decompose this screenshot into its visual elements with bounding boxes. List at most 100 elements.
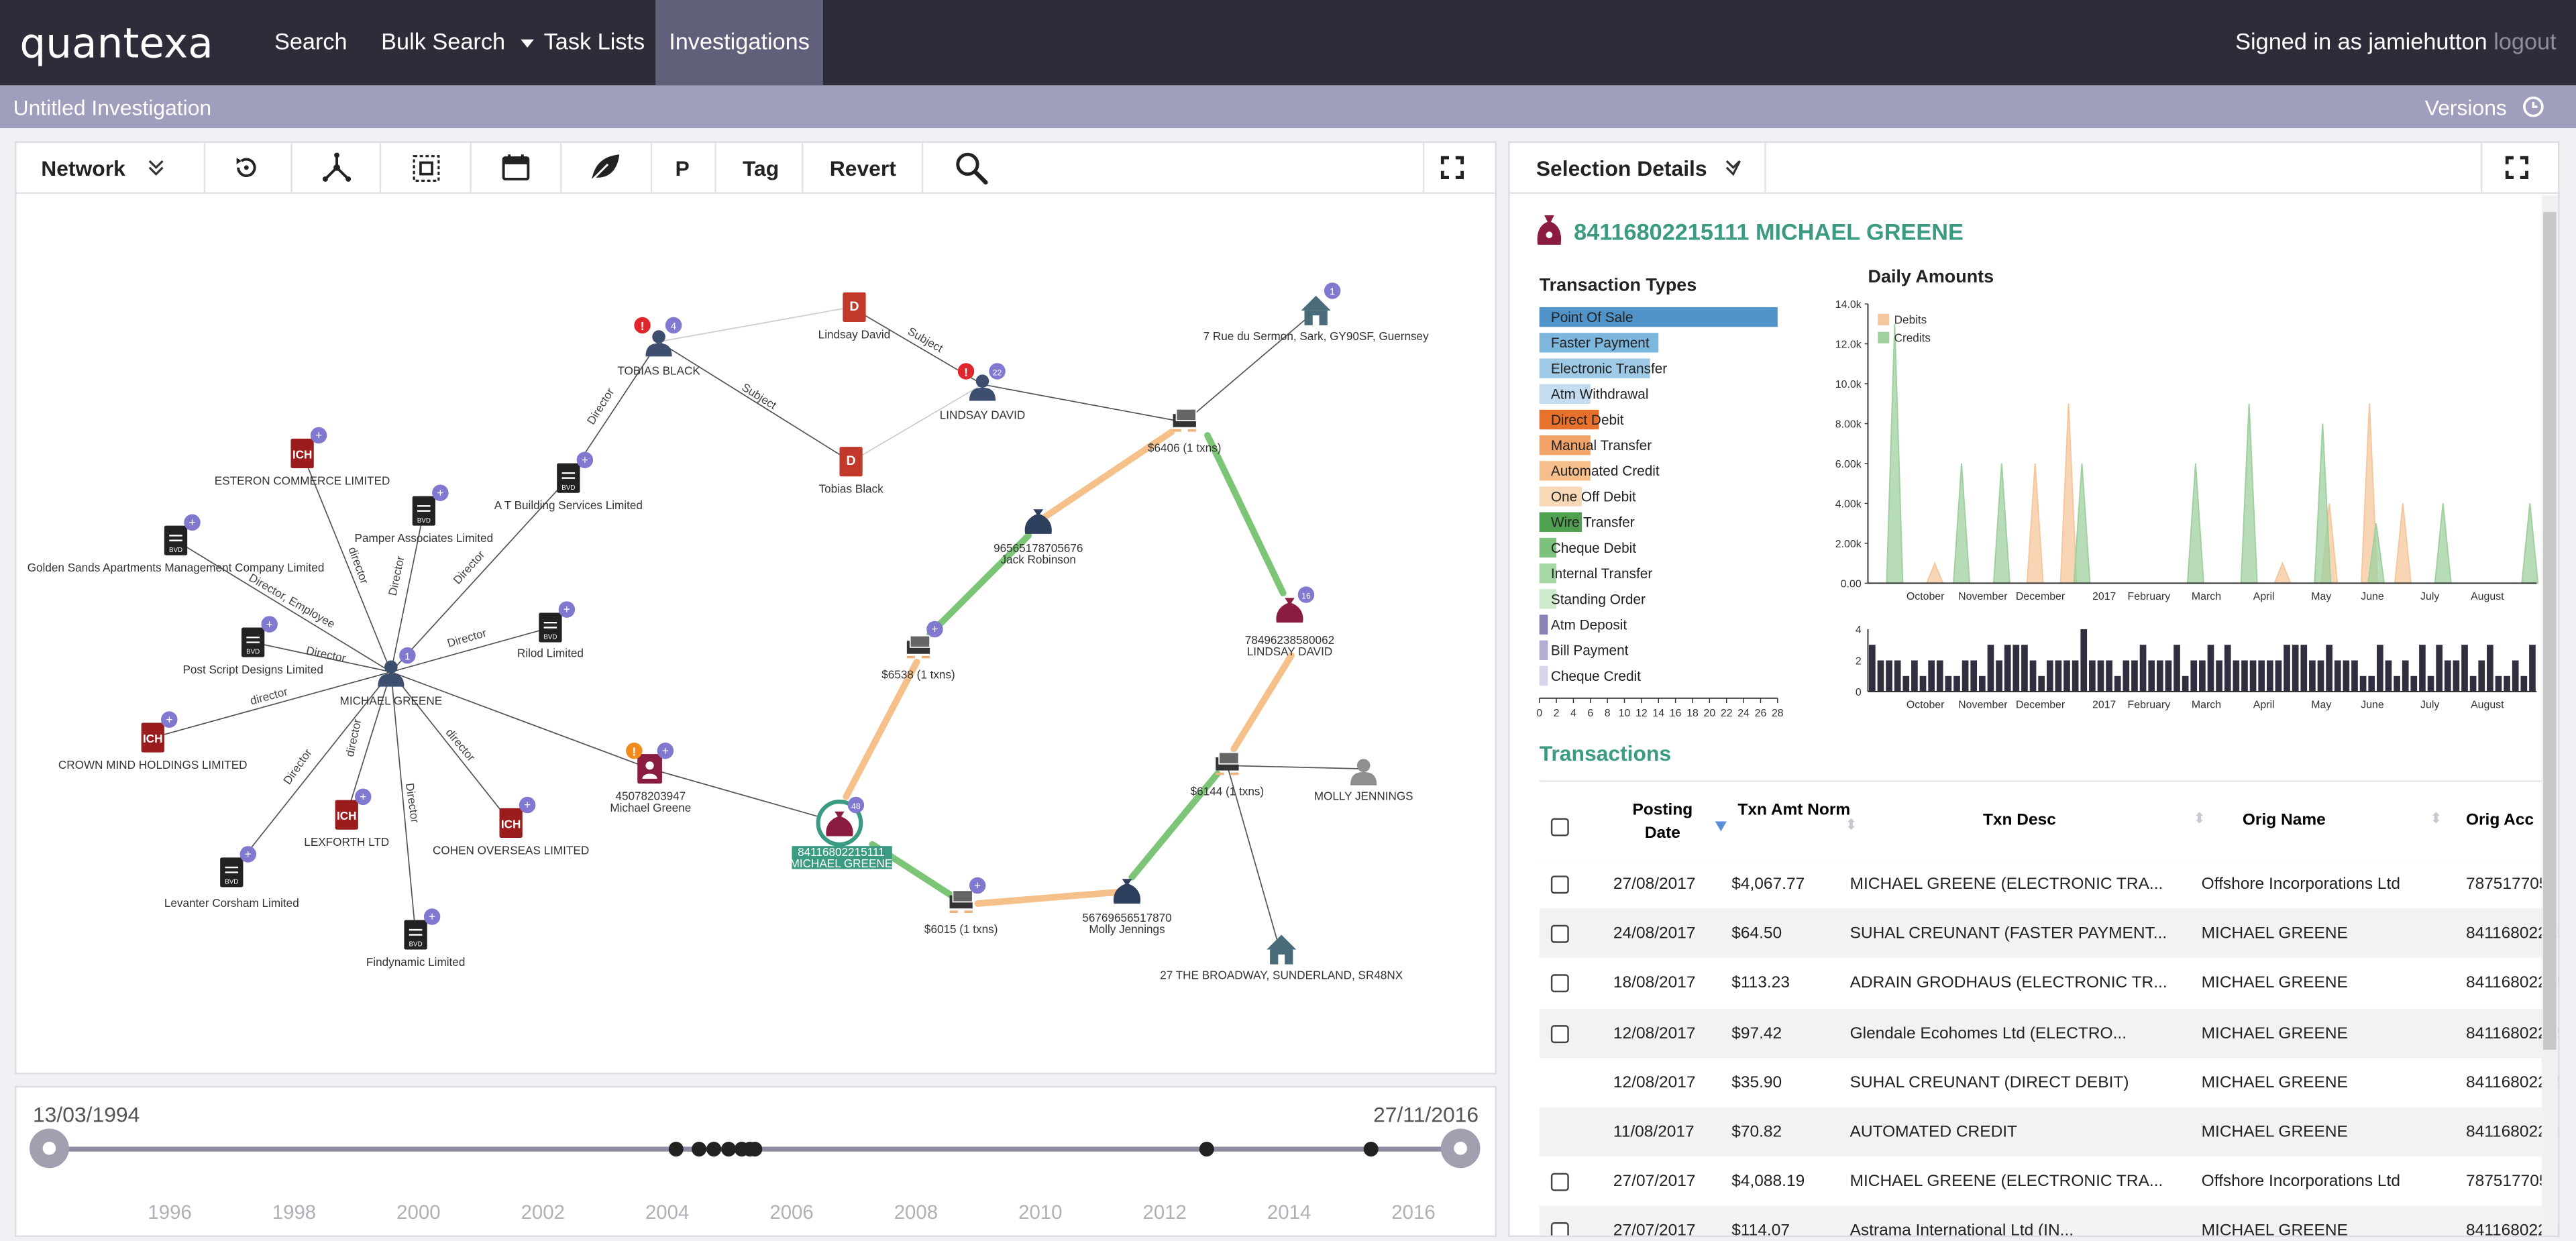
- node-post-script[interactable]: Post Script Designs Limited: [182, 616, 323, 676]
- count-bar[interactable]: [2165, 660, 2172, 692]
- count-bar[interactable]: [2469, 676, 2477, 692]
- nav-investigations[interactable]: Investigations: [655, 0, 823, 86]
- select-area-icon[interactable]: [413, 154, 441, 182]
- count-bar[interactable]: [2190, 660, 2198, 692]
- double-chevron-down-icon[interactable]: [148, 160, 164, 176]
- node-molly-jennings-person[interactable]: MOLLY JENNINGS: [1314, 759, 1413, 803]
- col-orig-name[interactable]: Orig Name: [2243, 812, 2326, 830]
- count-bar[interactable]: [2368, 676, 2375, 692]
- row-checkbox[interactable]: [1550, 1223, 1569, 1236]
- tx-type-bar[interactable]: [1539, 665, 1548, 686]
- col-posting-date[interactable]: Posting Date: [1613, 800, 1712, 847]
- count-bar[interactable]: [2487, 645, 2493, 692]
- count-bar[interactable]: [2410, 676, 2418, 692]
- node-txn-6144[interactable]: $6144 (1 txns): [1191, 751, 1264, 798]
- sort-icon[interactable]: ⬍: [1845, 816, 1857, 834]
- node-esteron[interactable]: ESTERON COMMERCE LIMITED: [215, 427, 390, 488]
- count-bar[interactable]: [2021, 645, 2028, 692]
- count-bar[interactable]: [2444, 660, 2451, 692]
- row-checkbox[interactable]: [1550, 875, 1569, 894]
- hierarchy-layout-icon[interactable]: [321, 151, 354, 184]
- node-golden-sands[interactable]: Golden Sands Apartments Management Compa…: [28, 514, 325, 575]
- count-bar[interactable]: [2241, 660, 2248, 692]
- count-bar[interactable]: [2478, 660, 2485, 692]
- credit-area-peak[interactable]: [2186, 463, 2204, 584]
- versions-label[interactable]: Versions: [2425, 95, 2507, 120]
- count-bar[interactable]: [1979, 676, 1986, 692]
- node-lindsay-david-doc[interactable]: Lindsay David: [818, 292, 891, 341]
- node-tobias-black[interactable]: ! 4 TOBIAS BLACK: [617, 317, 700, 378]
- sort-desc-icon[interactable]: [1715, 821, 1727, 832]
- table-row[interactable]: 18/08/2017 $113.23 ADRAIN GRODHAUS (ELECTR…: [1539, 958, 2559, 1008]
- count-bar[interactable]: [2089, 660, 2096, 692]
- select-all-checkbox[interactable]: [1550, 818, 1569, 837]
- node-at-building[interactable]: A T Building Services Limited: [494, 451, 643, 512]
- count-bar[interactable]: [1877, 660, 1884, 692]
- node-findynamic[interactable]: Findynamic Limited: [366, 908, 466, 969]
- table-row[interactable]: 27/07/2017 $114.07 Astrama International L…: [1539, 1206, 2559, 1236]
- fullscreen-icon[interactable]: [2505, 156, 2529, 179]
- credit-area-peak[interactable]: [2434, 503, 2452, 584]
- count-bar[interactable]: [1868, 645, 1876, 692]
- count-bar[interactable]: [2156, 660, 2163, 692]
- table-row[interactable]: 24/08/2017 $64.50 SUHAL CREUNANT (FASTER P…: [1539, 908, 2559, 959]
- p-button[interactable]: P: [676, 156, 690, 181]
- count-bar[interactable]: [2224, 645, 2231, 692]
- count-bar[interactable]: [2012, 645, 2020, 692]
- row-checkbox[interactable]: [1550, 1024, 1569, 1043]
- count-bar[interactable]: [2266, 660, 2273, 692]
- fullscreen-icon[interactable]: [1440, 156, 1464, 179]
- count-bar[interactable]: [2402, 660, 2409, 692]
- count-bar[interactable]: [1902, 676, 1910, 692]
- count-bar[interactable]: [2199, 660, 2206, 692]
- count-bar[interactable]: [2114, 676, 2121, 692]
- calendar-icon[interactable]: [501, 153, 531, 182]
- node-michael-greene[interactable]: 1 MICHAEL GREENE: [340, 647, 443, 708]
- table-row[interactable]: 27/07/2017 $4,088.19 MICHAEL GREENE (ELECT…: [1539, 1156, 2559, 1207]
- node-rilod[interactable]: Rilod Limited: [517, 601, 584, 660]
- sort-icon[interactable]: ⬍: [2193, 810, 2205, 828]
- node-lindsay-david[interactable]: ! 22 LINDSAY DAVID: [940, 363, 1026, 421]
- count-bar[interactable]: [1970, 660, 1978, 692]
- count-bar[interactable]: [1996, 660, 2002, 692]
- credit-area-peak[interactable]: [1886, 323, 1904, 584]
- count-bar[interactable]: [1919, 676, 1927, 692]
- credit-area-peak[interactable]: [1953, 463, 1971, 584]
- credit-area-peak[interactable]: [2521, 503, 2539, 584]
- row-checkbox[interactable]: [1550, 1173, 1569, 1191]
- timeline-event-dot[interactable]: [1363, 1142, 1379, 1157]
- credit-area-peak[interactable]: [2073, 463, 2091, 584]
- count-bar[interactable]: [1894, 660, 1901, 692]
- node-jack-robinson[interactable]: 96565178705676 Jack Robinson: [994, 509, 1083, 566]
- debit-area-peak[interactable]: [2273, 561, 2292, 584]
- network-mode-select[interactable]: Network: [41, 156, 125, 181]
- node-txn-6406[interactable]: $6406 (1 txns): [1148, 407, 1221, 455]
- credit-area-peak[interactable]: [1992, 463, 2010, 584]
- node-lexforth[interactable]: LEXFORTH LTD: [304, 788, 389, 849]
- col-txn-amt[interactable]: Txn Amt Norm: [1737, 800, 1851, 823]
- sort-icon[interactable]: ⬍: [2430, 810, 2442, 828]
- timeline-end-handle[interactable]: [1440, 1128, 1481, 1169]
- count-bar[interactable]: [2216, 660, 2222, 692]
- logout-link[interactable]: logout: [2493, 28, 2556, 54]
- node-levanter[interactable]: Levanter Corsham Limited: [164, 846, 299, 910]
- node-tobias-black-doc[interactable]: Tobias Black: [819, 447, 884, 496]
- tx-type-bar[interactable]: [1539, 640, 1548, 661]
- count-bar[interactable]: [2385, 660, 2392, 692]
- node-pamper[interactable]: Pamper Associates Limited: [355, 484, 494, 545]
- count-bar[interactable]: [2351, 660, 2358, 692]
- count-bar[interactable]: [2453, 660, 2460, 692]
- count-bar[interactable]: [2300, 645, 2308, 692]
- count-bar[interactable]: [2055, 660, 2062, 692]
- count-bar[interactable]: [2343, 660, 2350, 692]
- scrollbar-track[interactable]: [2541, 195, 2559, 1236]
- count-bar[interactable]: [2148, 660, 2155, 692]
- row-checkbox[interactable]: [1550, 925, 1569, 944]
- count-bar[interactable]: [1962, 660, 1969, 692]
- count-bar[interactable]: [2131, 660, 2138, 692]
- table-row[interactable]: 12/08/2017 $35.90 SUHAL CREUNANT (DIRECT D…: [1539, 1057, 2559, 1108]
- count-bar[interactable]: [2097, 660, 2104, 692]
- count-bar[interactable]: [2334, 660, 2341, 692]
- count-bar[interactable]: [1945, 676, 1952, 692]
- count-bar[interactable]: [2292, 645, 2299, 692]
